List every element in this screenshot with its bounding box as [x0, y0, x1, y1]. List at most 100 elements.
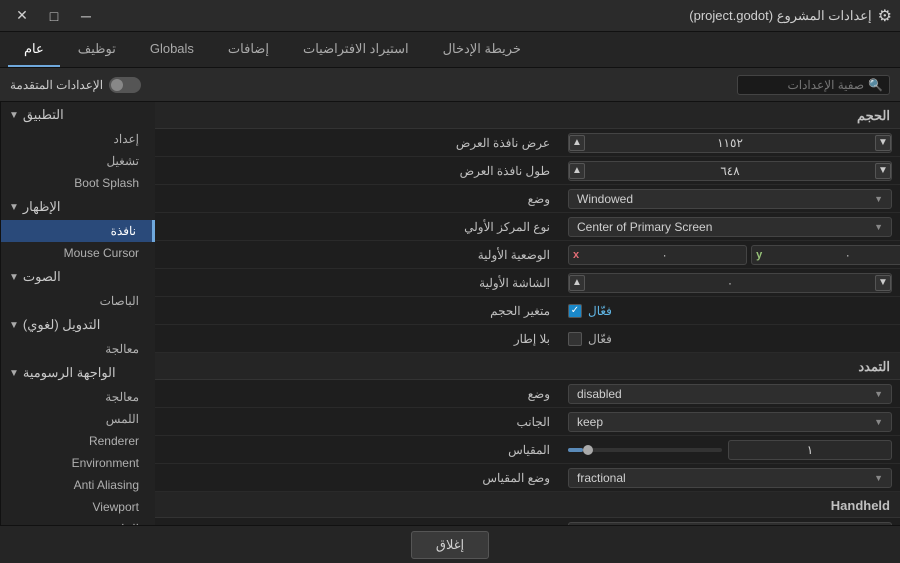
sidebar-header-scripting[interactable]: التدويل (لغوي) ▼ — [1, 312, 155, 338]
slider-thumb-scale[interactable] — [583, 445, 593, 455]
label-borderless: بلا إطار — [155, 332, 560, 346]
label-initial-screen: الشاشة الأولية — [155, 276, 560, 290]
dropdown-orientation-value: Landscape — [577, 525, 636, 526]
section-label-stretch: التمدد — [155, 353, 900, 380]
label-viewport-width: عرض نافذة العرض — [155, 136, 560, 150]
sidebar-item-buses[interactable]: الباصات — [1, 290, 155, 312]
row-stretch-mode: وضع disabled ▼ — [155, 380, 900, 408]
sidebar-item-processing[interactable]: معالجة — [1, 338, 155, 360]
row-initial-screen: الشاشة الأولية ▲ ▼ — [155, 269, 900, 297]
label-orientation: Orientation — [155, 525, 560, 526]
maximize-button[interactable]: □ — [40, 5, 68, 27]
xy-initial-position: x y — [568, 245, 900, 265]
sidebar-item-touch[interactable]: اللمس — [1, 408, 155, 430]
audio-arrow: ▼ — [9, 272, 19, 283]
appearance-arrow: ▼ — [9, 202, 19, 213]
label-viewport-height: طول نافذة العرض — [155, 164, 560, 178]
spinner-up-height[interactable]: ▼ — [875, 163, 891, 179]
scale-value-input[interactable] — [728, 440, 892, 460]
value-resizable: ✓ فعّال — [560, 304, 900, 318]
search-box[interactable]: 🔍 — [737, 75, 890, 95]
close-dialog-button[interactable]: إغلاق — [411, 531, 489, 559]
label-resizable: متغير الحجم — [155, 304, 560, 318]
x-input[interactable] — [583, 246, 746, 264]
toggle-track — [109, 77, 141, 93]
sidebar-item-viewport[interactable]: Viewport — [1, 496, 155, 518]
row-scale: المقياس — [155, 436, 900, 464]
number-input-viewport-width[interactable]: ▲ ▼ — [568, 133, 892, 153]
sidebar-header-application[interactable]: التطبيق ▼ — [1, 102, 155, 128]
window-title: إعدادات المشروع (project.godot) — [689, 8, 871, 24]
dropdown-initial-position-value: Center of Primary Screen — [577, 220, 712, 234]
number-input-initial-screen[interactable]: ▲ ▼ — [568, 273, 892, 293]
sidebar-item-mouse-cursor[interactable]: Mouse Cursor — [1, 242, 155, 264]
field-viewport-height[interactable] — [585, 162, 875, 180]
sidebar-item-rendering[interactable]: معالجة — [1, 386, 155, 408]
sidebar-item-boot-splash[interactable]: Boot Splash — [1, 172, 155, 194]
dropdown-scale-mode-value: fractional — [577, 471, 626, 485]
tab-general[interactable]: عام — [8, 32, 60, 67]
checkbox-resizable[interactable]: ✓ — [568, 304, 582, 318]
search-input[interactable] — [744, 78, 864, 92]
sidebar-item-config[interactable]: إعداد — [1, 128, 155, 150]
spinner-up-width[interactable]: ▼ — [875, 135, 891, 151]
app-icon: ⚙ — [878, 6, 892, 26]
title-bar: ⚙ إعدادات المشروع (project.godot) ─ □ ✕ — [0, 0, 900, 32]
label-scale-mode: وضع المقياس — [155, 471, 560, 485]
sidebar-header-gui[interactable]: الواجهة الرسومية ▼ — [1, 360, 155, 386]
advanced-toggle[interactable]: الإعدادات المتقدمة — [10, 77, 141, 93]
tab-network[interactable]: توظيف — [62, 32, 132, 67]
section-title-size: الحجم — [155, 102, 900, 129]
toolbar-left: 🔍 — [737, 75, 890, 95]
sidebar-item-shading[interactable]: الثنائي — [1, 518, 155, 525]
spinner-down-screen[interactable]: ▲ — [569, 275, 585, 291]
sidebar-item-renderer[interactable]: Renderer — [1, 430, 155, 452]
sidebar-header-appearance[interactable]: الإظهار ▼ — [1, 194, 155, 220]
dropdown-orientation[interactable]: Landscape ▼ — [568, 522, 892, 526]
spinner-up-screen[interactable]: ▼ — [875, 275, 891, 291]
tab-globals[interactable]: Globals — [134, 32, 210, 67]
spinner-down-width[interactable]: ▲ — [569, 135, 585, 151]
minimize-button[interactable]: ─ — [72, 5, 100, 27]
dropdown-aspect[interactable]: keep ▼ — [568, 412, 892, 432]
close-button[interactable]: ✕ — [8, 5, 36, 27]
dropdown-mode[interactable]: Windowed ▼ — [568, 189, 892, 209]
tab-import-defaults[interactable]: استيراد الافتراضيات — [287, 32, 425, 67]
label-stretch-mode: وضع — [155, 387, 560, 401]
y-input[interactable] — [766, 246, 900, 264]
tab-plugins[interactable]: إضافات — [212, 32, 285, 67]
sidebar-item-window[interactable]: نافذة — [1, 220, 155, 242]
sidebar-item-environment[interactable]: Environment — [1, 452, 155, 474]
value-aspect: keep ▼ — [560, 412, 900, 432]
checkbox-borderless-label: فعّال — [588, 332, 612, 346]
tab-input-map[interactable]: خريطة الإدخال — [427, 32, 537, 67]
dropdown-mode-value: Windowed — [577, 192, 633, 206]
value-orientation: Landscape ▼ — [560, 522, 900, 526]
field-initial-screen[interactable] — [585, 274, 875, 292]
sidebar-item-anti-aliasing[interactable]: Anti Aliasing — [1, 474, 155, 496]
value-scale-mode: fractional ▼ — [560, 468, 900, 488]
value-stretch-mode: disabled ▼ — [560, 384, 900, 404]
spinner-down-height[interactable]: ▲ — [569, 163, 585, 179]
dropdown-scale-mode[interactable]: fractional ▼ — [568, 468, 892, 488]
number-input-viewport-height[interactable]: ▲ ▼ — [568, 161, 892, 181]
toolbar-right: الإعدادات المتقدمة — [10, 77, 141, 93]
value-initial-position: x y — [560, 245, 900, 265]
dropdown-initial-position[interactable]: Center of Primary Screen ▼ — [568, 217, 892, 237]
sidebar-item-run[interactable]: تشغيل — [1, 150, 155, 172]
application-label: التطبيق — [23, 107, 64, 123]
slider-track-scale — [568, 448, 722, 452]
value-initial-position-type: Center of Primary Screen ▼ — [560, 217, 900, 237]
dropdown-aspect-value: keep — [577, 415, 603, 429]
dropdown-stretch-mode[interactable]: disabled ▼ — [568, 384, 892, 404]
sidebar-header-audio[interactable]: الصوت ▼ — [1, 264, 155, 290]
value-mode: Windowed ▼ — [560, 189, 900, 209]
advanced-toggle-label: الإعدادات المتقدمة — [10, 78, 103, 92]
label-initial-position-type: نوع المركز الأولي — [155, 220, 560, 234]
title-bar-controls: ─ □ ✕ — [8, 5, 100, 27]
title-bar-left: ⚙ إعدادات المشروع (project.godot) — [689, 6, 892, 26]
checkbox-borderless[interactable] — [568, 332, 582, 346]
field-viewport-width[interactable] — [585, 134, 875, 152]
checkbox-borderless-wrap: فعّال — [568, 332, 892, 346]
section-label-handheld: Handheld — [155, 492, 900, 518]
